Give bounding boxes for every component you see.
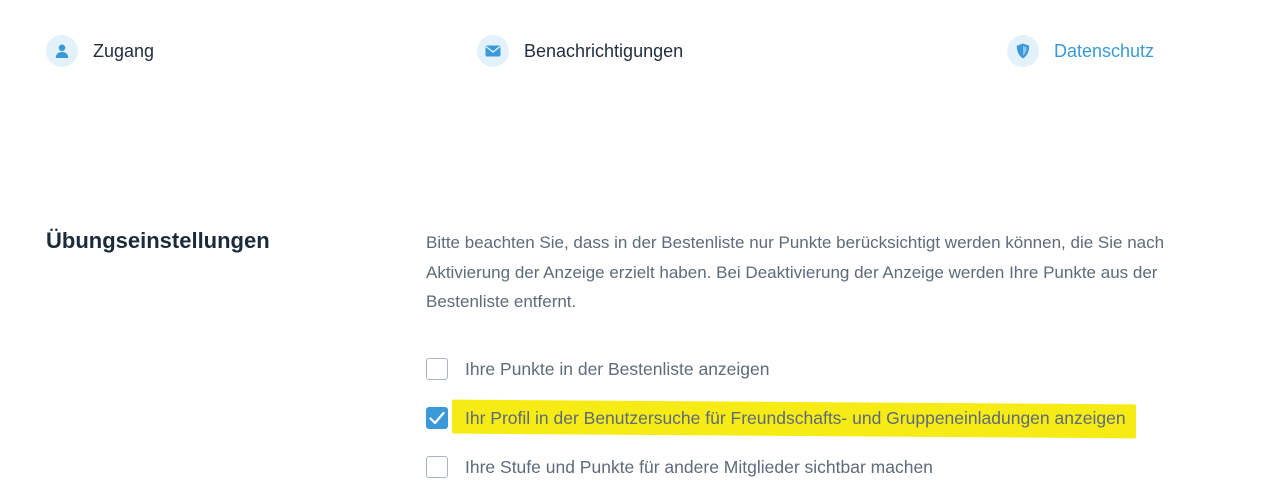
- checkbox-unchecked[interactable]: [426, 456, 448, 478]
- option-profil-benutzersuche[interactable]: Ihr Profil in der Benutzersuche für Freu…: [426, 405, 1126, 431]
- nav-label-benachrichtigungen: Benachrichtigungen: [524, 40, 684, 61]
- user-icon: [46, 35, 78, 67]
- option-label: Ihre Punkte in der Bestenliste anzeigen: [465, 358, 770, 379]
- option-label: Ihre Stufe und Punkte für andere Mitglie…: [465, 456, 933, 477]
- nav-item-benachrichtigungen[interactable]: Benachrichtigungen: [477, 34, 683, 68]
- checkbox-checked[interactable]: [426, 407, 448, 429]
- envelope-icon: [477, 35, 509, 67]
- checkbox-unchecked[interactable]: [426, 358, 448, 380]
- nav-item-datenschutz[interactable]: Datenschutz: [1007, 34, 1154, 68]
- nav-label-zugang: Zugang: [93, 40, 155, 61]
- section-title: Übungseinstellungen: [46, 228, 270, 253]
- section-description: Bitte beachten Sie, dass in der Bestenli…: [426, 233, 1165, 311]
- nav-label-datenschutz: Datenschutz: [1054, 40, 1155, 61]
- option-stufe-punkte-sichtbar[interactable]: Ihre Stufe und Punkte für andere Mitglie…: [426, 454, 933, 480]
- checkmark-icon: [429, 411, 445, 425]
- shield-icon: [1007, 35, 1039, 67]
- option-punkte-bestenliste[interactable]: Ihre Punkte in der Bestenliste anzeigen: [426, 356, 770, 382]
- option-label: Ihr Profil in der Benutzersuche für Freu…: [465, 407, 1126, 428]
- nav-item-zugang[interactable]: Zugang: [46, 34, 154, 68]
